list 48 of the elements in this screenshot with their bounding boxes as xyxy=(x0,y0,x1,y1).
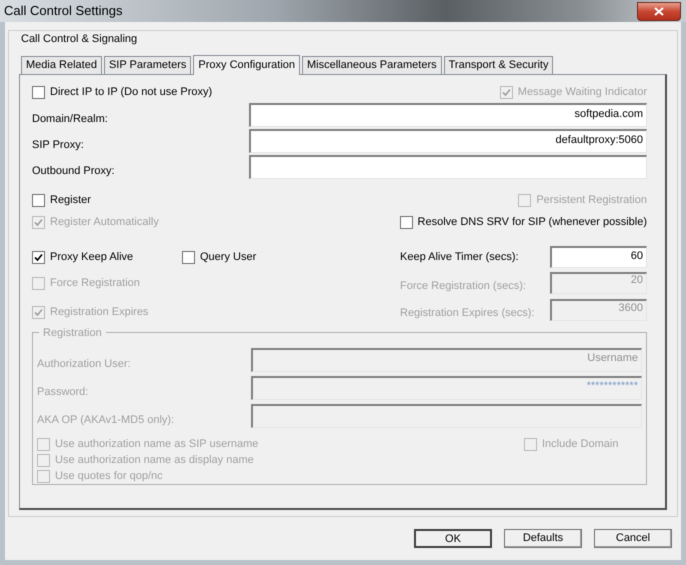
checkbox-label: Include Domain xyxy=(542,436,618,452)
tab[interactable]: Miscellaneous Parameters xyxy=(302,56,442,74)
field-label: Keep Alive Timer (secs): xyxy=(400,250,520,265)
checkbox-label: Direct IP to IP (Do not use Proxy) xyxy=(50,84,212,100)
dialog-button[interactable]: Defaults xyxy=(504,529,582,548)
tab[interactable]: SIP Parameters xyxy=(104,56,192,74)
checkmark-icon xyxy=(502,88,511,96)
checkbox-label: Resolve DNS SRV for SIP (whenever possible) xyxy=(418,214,647,230)
tab[interactable]: Transport & Security xyxy=(444,56,554,74)
input-field[interactable]: 60 xyxy=(550,246,647,268)
checkbox-label: Register Automatically xyxy=(50,214,159,230)
checkbox-label: Use authorization name as display name xyxy=(55,452,254,468)
field-label: Registration Expires (secs): xyxy=(400,306,536,321)
checkbox-label: Force Registration xyxy=(50,276,140,291)
checkbox[interactable] xyxy=(32,86,45,98)
field-label: Force Registration (secs): xyxy=(400,278,527,294)
tab[interactable]: Proxy Configuration xyxy=(193,55,300,75)
checkbox-label: Register xyxy=(50,192,91,208)
checkbox-label: Proxy Keep Alive xyxy=(50,250,134,265)
input-field[interactable] xyxy=(248,155,647,179)
dialog-button[interactable]: Cancel xyxy=(594,529,672,548)
checkbox-label: Use quotes for qop/nc xyxy=(55,468,163,484)
field-label: Domain/Realm: xyxy=(32,112,109,127)
checkbox-label: Persistent Registration xyxy=(536,192,647,208)
close-button[interactable] xyxy=(637,2,681,20)
checkmark-icon xyxy=(34,252,43,262)
field-label: SIP Proxy: xyxy=(32,138,85,153)
input-field[interactable]: softpedia.com xyxy=(248,103,647,127)
checkbox-label: Query User xyxy=(200,250,256,265)
window-title: Call Control Settings xyxy=(4,2,122,20)
group-title: Registration xyxy=(39,325,106,342)
checkbox-label: Use authorization name as SIP username xyxy=(55,436,258,452)
close-icon xyxy=(654,6,664,16)
dialog-button[interactable]: OK xyxy=(414,529,492,548)
checkbox[interactable] xyxy=(32,194,45,206)
field-label: Outbound Proxy: xyxy=(32,164,116,179)
field-label: Password: xyxy=(37,384,90,400)
checkmark-icon xyxy=(34,308,43,316)
field-label: AKA OP (AKAv1-MD5 only): xyxy=(37,412,176,428)
field-label: Authorization User: xyxy=(37,356,132,372)
checkbox-label: Registration Expires xyxy=(50,304,148,320)
checkbox-label: Message Waiting Indicator xyxy=(518,84,647,100)
checkmark-icon xyxy=(34,218,43,226)
checkbox[interactable] xyxy=(32,250,45,264)
tab[interactable]: Media Related xyxy=(21,56,102,74)
input-field[interactable]: defaultproxy:5060 xyxy=(248,129,647,153)
checkbox[interactable] xyxy=(400,216,413,228)
checkbox[interactable] xyxy=(182,250,195,264)
